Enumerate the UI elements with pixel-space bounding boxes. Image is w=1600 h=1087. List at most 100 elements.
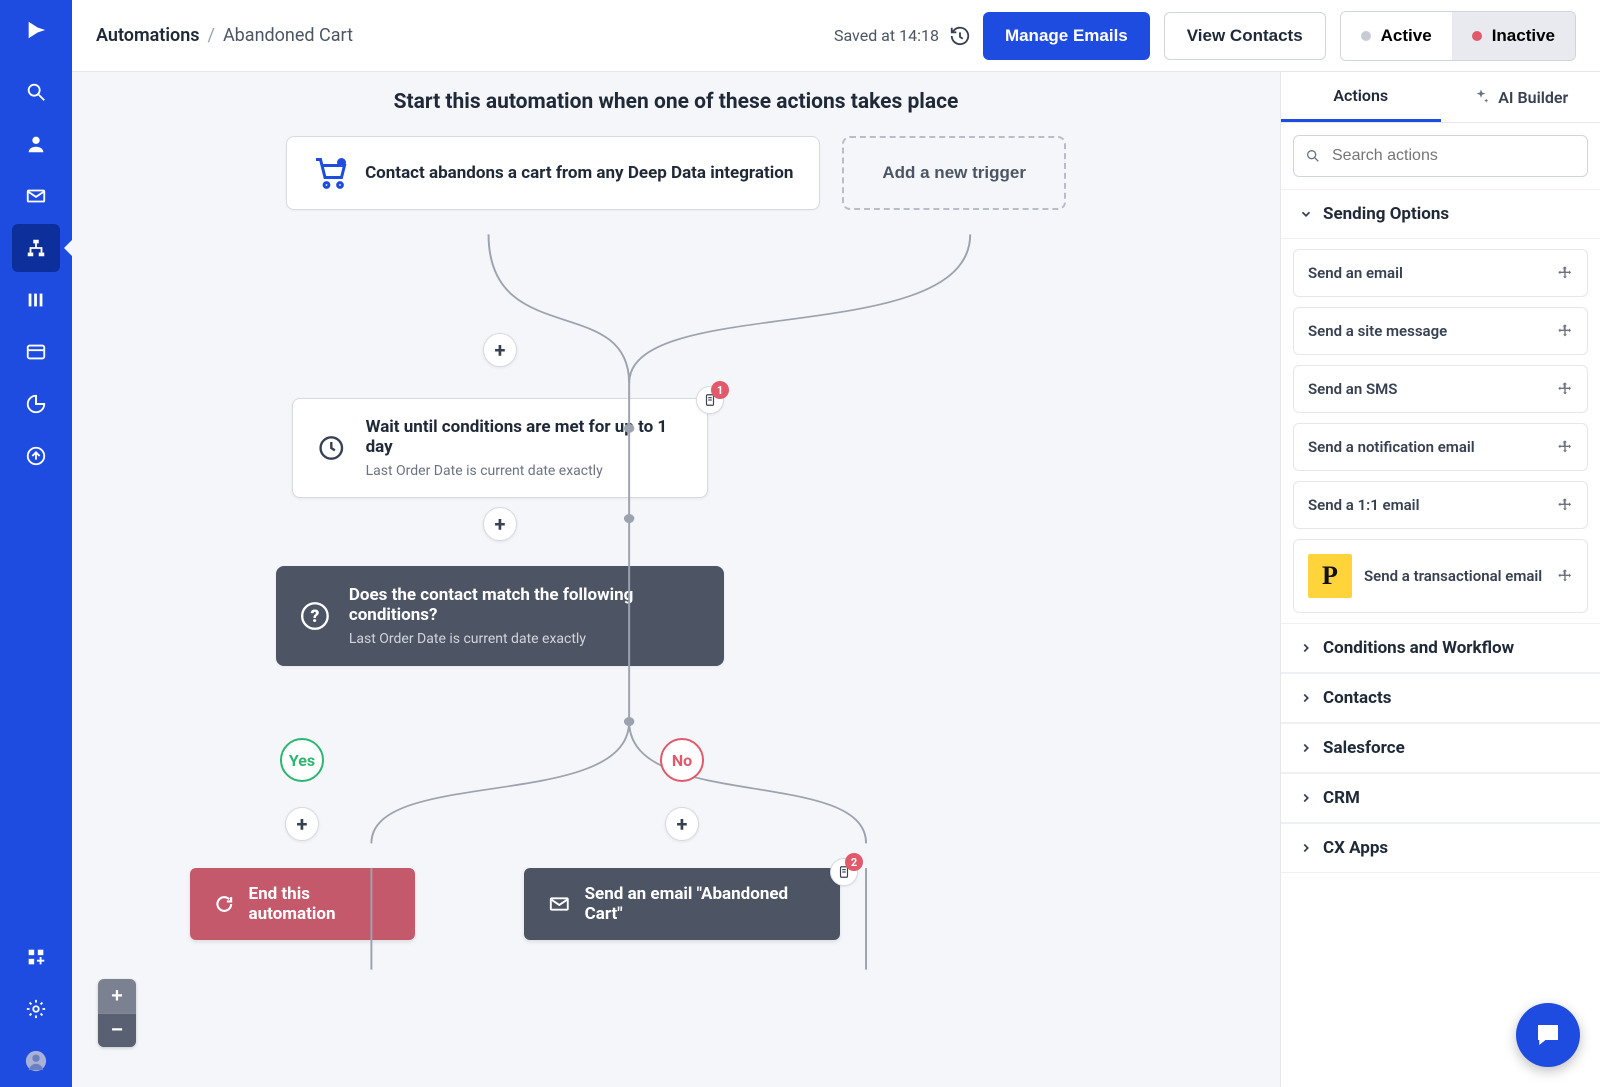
tab-ai-builder[interactable]: AI Builder	[1441, 72, 1600, 122]
badge-count-2: 2	[845, 853, 863, 871]
breadcrumb: Automations / Abandoned Cart	[96, 25, 353, 46]
add-step-button[interactable]: +	[483, 333, 517, 367]
note-badge-2[interactable]: 2	[830, 858, 858, 886]
add-trigger-button[interactable]: Add a new trigger	[842, 136, 1066, 210]
nav-search-icon[interactable]	[12, 68, 60, 116]
nav-reports-icon[interactable]	[12, 380, 60, 428]
branch-no[interactable]: No	[660, 738, 704, 782]
nav-avatar-icon[interactable]	[12, 1037, 60, 1085]
zoom-out-button[interactable]: −	[98, 1013, 136, 1047]
drag-icon	[1557, 381, 1573, 397]
actions-panel: Actions AI Builder Sending Options Send …	[1280, 72, 1600, 1087]
chevron-right-icon	[1299, 741, 1313, 755]
breadcrumb-root[interactable]: Automations	[96, 25, 200, 46]
cart-icon: !	[313, 155, 349, 191]
status-inactive-label: Inactive	[1492, 26, 1555, 46]
nav-settings-icon[interactable]	[12, 985, 60, 1033]
nav-apps-icon[interactable]	[12, 933, 60, 981]
action-send-notification[interactable]: Send a notification email	[1293, 423, 1588, 471]
nav-automations-icon[interactable]	[12, 224, 60, 272]
nav-contacts-icon[interactable]	[12, 120, 60, 168]
drag-icon	[1557, 568, 1573, 584]
wait-sub: Last Order Date is current date exactly	[366, 463, 683, 479]
status-active-label: Active	[1381, 26, 1432, 46]
view-contacts-button[interactable]: View Contacts	[1164, 12, 1326, 60]
drag-icon	[1557, 439, 1573, 455]
nav-deals-icon[interactable]	[12, 276, 60, 324]
manage-emails-button[interactable]: Manage Emails	[983, 12, 1150, 60]
canvas-title: Start this automation when one of these …	[72, 90, 1280, 114]
nav-site-icon[interactable]	[12, 328, 60, 376]
zoom-in-button[interactable]: +	[98, 979, 136, 1013]
chevron-right-icon	[1299, 841, 1313, 855]
section-salesforce[interactable]: Salesforce	[1281, 723, 1600, 773]
condition-title: Does the contact match the following con…	[349, 585, 699, 625]
chevron-right-icon	[1299, 791, 1313, 805]
action-send-site-message[interactable]: Send a site message	[1293, 307, 1588, 355]
action-send-1-1[interactable]: Send a 1:1 email	[1293, 481, 1588, 529]
condition-step-card[interactable]: ? Does the contact match the following c…	[276, 566, 724, 666]
envelope-icon	[548, 892, 571, 916]
end-label: End this automation	[249, 884, 391, 924]
search-input[interactable]	[1293, 135, 1588, 177]
history-icon[interactable]	[949, 25, 971, 47]
end-automation-card[interactable]: End this automation	[190, 868, 415, 940]
panel-tabs: Actions AI Builder	[1281, 72, 1600, 123]
zoom-controls: + −	[98, 979, 136, 1047]
drag-icon	[1557, 497, 1573, 513]
status-inactive-dot-icon	[1472, 31, 1482, 41]
chat-fab-button[interactable]	[1516, 1003, 1580, 1067]
header: Automations / Abandoned Cart Saved at 14…	[72, 0, 1600, 72]
app-logo-icon[interactable]	[16, 10, 56, 50]
note-badge[interactable]: 1	[696, 386, 724, 414]
breadcrumb-leaf: Abandoned Cart	[223, 25, 353, 46]
status-inactive-button[interactable]: Inactive	[1452, 12, 1575, 60]
drag-icon	[1557, 265, 1573, 281]
clock-icon	[317, 433, 346, 463]
section-crm[interactable]: CRM	[1281, 773, 1600, 823]
tab-actions[interactable]: Actions	[1281, 72, 1441, 122]
svg-text:?: ?	[310, 607, 319, 627]
drag-icon	[1557, 323, 1573, 339]
trigger-card[interactable]: ! Contact abandons a cart from any Deep …	[286, 136, 820, 210]
saved-text: Saved at 14:18	[834, 26, 939, 45]
section-cx-apps[interactable]: CX Apps	[1281, 823, 1600, 873]
chevron-right-icon	[1299, 641, 1313, 655]
add-no-step-button[interactable]: +	[665, 807, 699, 841]
nav-email-icon[interactable]	[12, 172, 60, 220]
search-icon	[1305, 148, 1321, 164]
status-toggle: Active Inactive	[1340, 11, 1576, 61]
breadcrumb-sep: /	[208, 25, 215, 46]
triggers-row: ! Contact abandons a cart from any Deep …	[72, 136, 1280, 210]
condition-sub: Last Order Date is current date exactly	[349, 631, 699, 647]
add-step-button-2[interactable]: +	[483, 507, 517, 541]
action-send-transactional[interactable]: PSend a transactional email	[1293, 539, 1588, 613]
status-active-button[interactable]: Active	[1341, 12, 1452, 60]
section-sending-body: Send an email Send a site message Send a…	[1281, 239, 1600, 623]
refresh-icon	[214, 893, 235, 915]
branch-yes[interactable]: Yes	[280, 738, 324, 782]
section-contacts[interactable]: Contacts	[1281, 673, 1600, 723]
action-send-email[interactable]: Send an email	[1293, 249, 1588, 297]
section-sending-options[interactable]: Sending Options	[1281, 189, 1600, 239]
chevron-right-icon	[1299, 691, 1313, 705]
question-icon: ?	[301, 601, 329, 631]
svg-text:!: !	[341, 159, 343, 168]
action-send-sms[interactable]: Send an SMS	[1293, 365, 1588, 413]
section-conditions[interactable]: Conditions and Workflow	[1281, 623, 1600, 673]
sidebar	[0, 0, 72, 1087]
badge-count: 1	[711, 381, 729, 399]
wait-title: Wait until conditions are met for up to …	[366, 417, 683, 457]
status-active-dot-icon	[1361, 31, 1371, 41]
saved-indicator: Saved at 14:18	[834, 25, 971, 47]
search-actions	[1293, 135, 1588, 177]
postmark-icon: P	[1308, 554, 1352, 598]
automation-canvas[interactable]: Start this automation when one of these …	[72, 72, 1280, 1087]
trigger-label: Contact abandons a cart from any Deep Da…	[365, 163, 793, 183]
chat-icon	[1533, 1020, 1563, 1050]
send-email-card[interactable]: Send an email "Abandoned Cart"	[524, 868, 840, 940]
add-yes-step-button[interactable]: +	[285, 807, 319, 841]
chevron-down-icon	[1299, 207, 1313, 221]
nav-upload-icon[interactable]	[12, 432, 60, 480]
wait-step-card[interactable]: Wait until conditions are met for up to …	[292, 398, 708, 498]
